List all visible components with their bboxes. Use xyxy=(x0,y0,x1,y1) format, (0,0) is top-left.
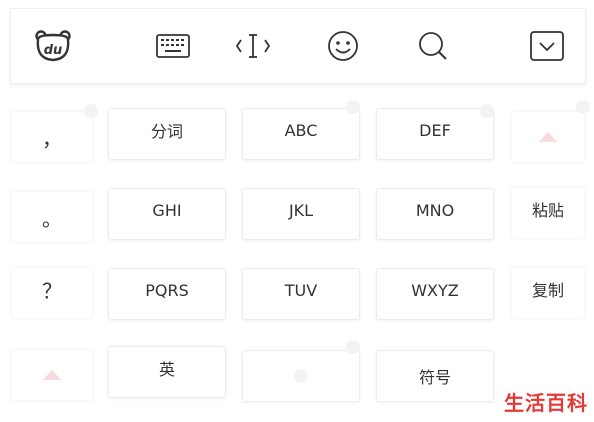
key-label: MNO xyxy=(415,200,455,220)
key-delete[interactable] xyxy=(512,112,584,162)
cursor-move-icon[interactable] xyxy=(223,9,283,83)
du-logo-icon[interactable]: du xyxy=(23,9,83,83)
key-tuv[interactable]: TUV xyxy=(242,268,360,320)
key-comma[interactable]: ， xyxy=(12,112,92,162)
key-label: 符号 xyxy=(418,368,451,387)
key-wxyz[interactable]: WXYZ xyxy=(376,268,494,320)
key-abc[interactable]: ABC xyxy=(242,108,360,160)
key-pqrs[interactable]: PQRS xyxy=(108,268,226,320)
key-label: 粘贴 xyxy=(531,201,564,220)
key-ghi[interactable]: GHI xyxy=(108,188,226,240)
key-copy[interactable]: 复制 xyxy=(512,268,584,318)
collapse-keyboard-icon[interactable] xyxy=(517,9,577,83)
key-label: 英 xyxy=(158,360,175,379)
key-segment[interactable]: 分词 xyxy=(108,108,226,160)
key-label: DEF xyxy=(419,120,451,140)
key-english[interactable]: 英 xyxy=(108,346,226,398)
decoration-dot xyxy=(480,104,494,118)
search-icon[interactable] xyxy=(403,9,463,83)
key-period[interactable]: 。 xyxy=(12,192,92,242)
key-jkl[interactable]: JKL xyxy=(242,188,360,240)
decoration-dot xyxy=(346,100,360,114)
key-label: ABC xyxy=(284,120,318,140)
decoration-dot xyxy=(576,100,590,114)
du-logo-text: du xyxy=(44,43,63,58)
keyboard-icon[interactable] xyxy=(143,9,203,83)
key-def[interactable]: DEF xyxy=(376,108,494,160)
key-label: PQRS xyxy=(145,280,189,300)
decoration-dot xyxy=(84,104,98,118)
space-icon xyxy=(294,369,308,383)
watermark-text: 生活百科 xyxy=(504,391,588,415)
key-label: TUV xyxy=(284,280,318,300)
key-label: 。 xyxy=(42,206,62,231)
key-space[interactable] xyxy=(242,350,360,402)
key-symbols[interactable]: 符号 xyxy=(376,350,494,402)
keyboard-toolbar: du xyxy=(10,8,586,84)
key-label: ， xyxy=(42,126,62,151)
decorative-triangle-icon xyxy=(43,370,61,380)
key-label: ？ xyxy=(42,278,62,303)
delete-icon xyxy=(539,132,557,142)
key-label: JKL xyxy=(288,200,314,220)
key-label: 分词 xyxy=(150,122,183,141)
key-label: 复制 xyxy=(531,281,564,300)
key-paste[interactable]: 粘贴 xyxy=(512,188,584,238)
emoji-icon[interactable] xyxy=(313,9,373,83)
key-question[interactable]: ？ xyxy=(12,268,92,318)
key-number-switch[interactable] xyxy=(12,350,92,400)
key-label: GHI xyxy=(152,200,182,220)
decoration-dot xyxy=(346,340,360,354)
key-mno[interactable]: MNO xyxy=(376,188,494,240)
key-label: WXYZ xyxy=(411,280,459,300)
